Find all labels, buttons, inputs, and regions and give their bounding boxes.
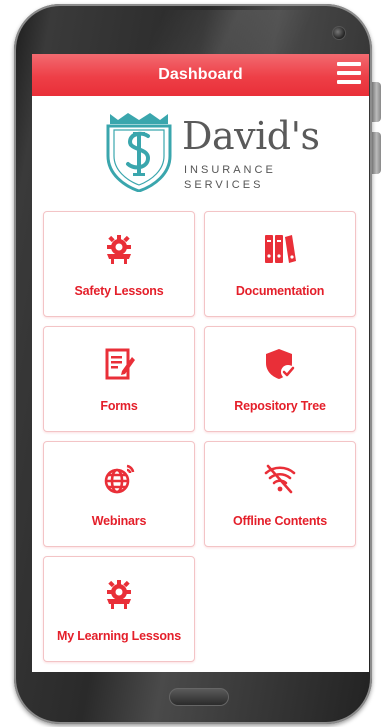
globe-signal-icon xyxy=(104,464,135,494)
tile-label: Repository Tree xyxy=(234,399,326,413)
tile-webinars[interactable]: Webinars xyxy=(43,441,195,547)
power-button[interactable] xyxy=(372,132,381,174)
shield-check-icon xyxy=(266,349,295,379)
home-button[interactable] xyxy=(169,688,229,706)
tile-label: Forms xyxy=(100,399,138,413)
tile-label: Offline Contents xyxy=(232,514,328,528)
tile-label: Documentation xyxy=(235,284,325,298)
tile-repository-tree[interactable]: Repository Tree xyxy=(204,326,356,432)
gear-safety-icon xyxy=(107,235,131,264)
page-title: Dashboard xyxy=(158,66,243,83)
tile-offline-contents[interactable]: Offline Contents xyxy=(204,441,356,547)
binders-icon xyxy=(265,235,296,263)
wifi-off-icon xyxy=(264,464,296,494)
front-camera xyxy=(332,26,346,40)
tile-label: Safety Lessons xyxy=(74,284,164,298)
form-edit-icon xyxy=(105,348,135,380)
logo-subtitle-line2: SERVICES xyxy=(184,179,264,191)
logo-wordmark: David's xyxy=(182,114,320,158)
app-screen: Dashboard David's INSURANCE SERVICES Saf… xyxy=(32,54,369,672)
gear-safety-icon xyxy=(107,580,131,609)
logo-subtitle-line1: INSURANCE xyxy=(184,164,276,176)
tile-safety-lessons[interactable]: Safety Lessons xyxy=(43,211,195,317)
tile-my-learning-lessons[interactable]: My Learning Lessons xyxy=(43,556,195,662)
tile-forms[interactable]: Forms xyxy=(43,326,195,432)
tile-label: My Learning Lessons xyxy=(56,629,181,643)
hamburger-menu-icon[interactable] xyxy=(337,62,361,84)
tile-documentation[interactable]: Documentation xyxy=(204,211,356,317)
davids-logo: David's INSURANCE SERVICES xyxy=(104,110,320,196)
tile-label: Webinars xyxy=(91,514,147,528)
volume-button[interactable] xyxy=(372,82,381,122)
shield-crest-logo xyxy=(106,113,172,192)
app-bar: Dashboard xyxy=(32,54,369,96)
phone-glare xyxy=(143,10,315,56)
